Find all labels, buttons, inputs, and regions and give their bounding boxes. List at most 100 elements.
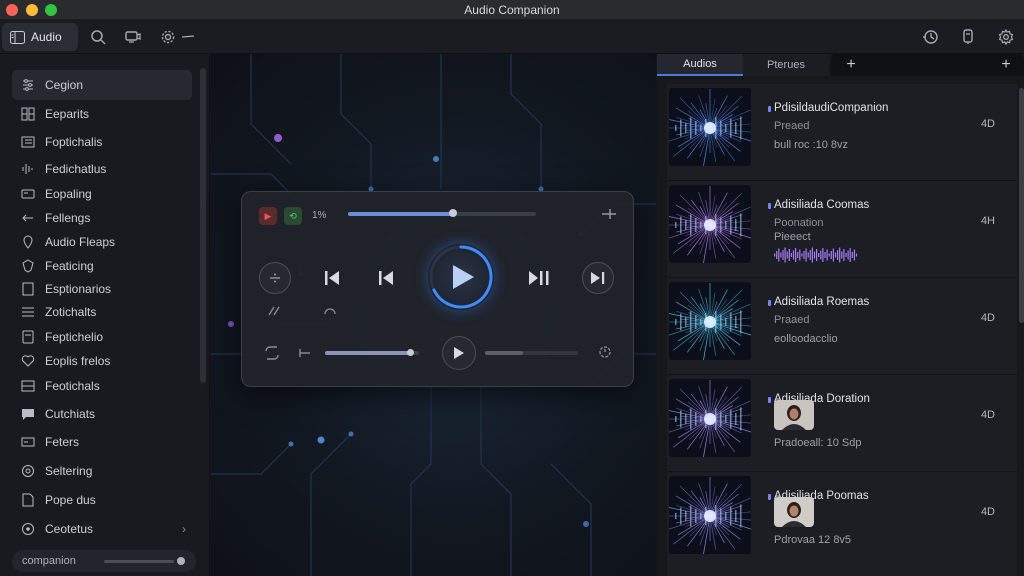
balance-fill: [485, 351, 523, 355]
avatar: [774, 497, 814, 527]
audio-status: Poonation: [774, 217, 824, 229]
sidebar-item-foptichalis[interactable]: Foptichalis: [12, 131, 192, 153]
crossfade-icon[interactable]: [266, 304, 284, 318]
sidebar-item-feotichals[interactable]: Feotichals: [12, 375, 192, 397]
settings-icon[interactable]: [159, 28, 177, 46]
tab-audios[interactable]: Audios: [657, 54, 743, 76]
sidebar-item-label: Eoplis frelos: [45, 354, 111, 368]
list-item[interactable]: Adisiliada Poomas Pdrovaa 12 8v5 4D: [667, 472, 1017, 569]
sidebar-item-label: Zotichalts: [45, 305, 97, 319]
record-button[interactable]: ▶: [259, 207, 277, 225]
sidebar-item-cutchiats[interactable]: Cutchiats: [12, 403, 192, 425]
card-icon: [20, 186, 36, 202]
skip-to-start-button[interactable]: [322, 268, 342, 288]
timer-icon[interactable]: [597, 344, 613, 360]
play-button[interactable]: [428, 244, 494, 310]
sidebar-item-label: Foptichalis: [45, 135, 103, 149]
device-icon[interactable]: [959, 28, 977, 46]
list-item[interactable]: Adisiliada Roemas Praaed eolloodacclio 4…: [667, 278, 1017, 375]
expand-icon[interactable]: [600, 206, 618, 222]
mini-play-button[interactable]: [442, 336, 476, 370]
audio-title: Adisiliada Coomas: [767, 199, 870, 211]
volume-knob[interactable]: [406, 349, 414, 356]
loop-toggle-button[interactable]: ⟲: [284, 207, 302, 225]
balance-track[interactable]: [485, 351, 578, 355]
audio-thumbnail: [669, 379, 751, 457]
audio-status: Preaed: [774, 120, 810, 132]
repeat-one-icon[interactable]: [322, 304, 338, 318]
sidebar-item-fedichatlus[interactable]: Fedichatlus: [12, 158, 192, 180]
sidebar-item-label: Cutchiats: [45, 407, 96, 421]
sidebar-item-fellengs[interactable]: Fellengs: [12, 207, 192, 229]
add-tab-icon[interactable]: +: [841, 54, 861, 76]
footer-slider-track[interactable]: [104, 560, 174, 563]
sidebar-item-eopaling[interactable]: Eopaling: [12, 183, 192, 205]
shuffle-button[interactable]: [259, 262, 291, 294]
sidebar-item-feptichelio[interactable]: Feptichelio: [12, 326, 192, 348]
gear-icon: [20, 521, 36, 537]
chevron-right-icon: ›: [182, 522, 186, 536]
sidebar-item-seltering[interactable]: Seltering: [12, 460, 192, 482]
search-icon[interactable]: [89, 28, 107, 46]
sidebar-item-feters[interactable]: Feters: [12, 431, 192, 453]
pause-skip-button[interactable]: [528, 268, 552, 288]
sidebar-item-zotichalts[interactable]: Zotichalts: [12, 301, 192, 323]
file-icon: [20, 492, 36, 508]
display-icon[interactable]: [124, 28, 142, 46]
volume-track[interactable]: [325, 351, 419, 355]
sidebar-item-pope-dus[interactable]: Pope dus: [12, 489, 192, 511]
waveform-preview: [774, 247, 858, 263]
sidebar-toggle-icon: [10, 30, 25, 44]
audio-quality-badge: 4D: [980, 409, 995, 421]
audio-tab[interactable]: Audio: [2, 23, 78, 51]
sync-icon[interactable]: [922, 28, 940, 46]
repeat-icon[interactable]: [262, 345, 282, 361]
sidebar-item-featicing[interactable]: Featicing: [12, 255, 192, 277]
audio-meta: eolloodacclio: [774, 333, 838, 345]
sidebar-footer-slider[interactable]: companion: [12, 550, 196, 572]
list-scrollbar[interactable]: [1019, 88, 1024, 323]
previous-track-button[interactable]: [376, 268, 396, 288]
volume-min-icon[interactable]: [298, 345, 312, 361]
progress-track[interactable]: [348, 212, 536, 216]
footer-slider-knob[interactable]: [177, 557, 185, 565]
sidebar-item-esptionarios[interactable]: Esptionarios: [12, 278, 192, 300]
sidebar-item-label: Ceotetus: [45, 522, 94, 536]
tab-pterues[interactable]: Pterues: [743, 54, 829, 76]
sidebar-item-label: Esptionarios: [45, 282, 112, 296]
sidebar-item-label: Audio Fleaps: [45, 235, 116, 249]
progress-fill: [348, 212, 454, 216]
add-item-icon[interactable]: +: [996, 54, 1016, 76]
sidebar-item-label: Featicing: [45, 259, 94, 273]
sidebar-item-ceotetus[interactable]: Ceotetus ›: [12, 518, 192, 540]
gear-icon[interactable]: [997, 28, 1015, 46]
location-pin-icon: [20, 234, 36, 250]
audio-thumbnail: [669, 88, 751, 166]
list-icon: [20, 134, 36, 150]
audio-quality-badge: 4D: [980, 506, 995, 518]
avatar: [774, 400, 814, 430]
more-dash-icon[interactable]: [180, 28, 196, 46]
audio-quality-badge: 4D: [980, 312, 995, 324]
volume-fill: [325, 351, 410, 355]
toolbar: Audio: [0, 20, 1024, 54]
sidebar-scrollbar[interactable]: [200, 68, 206, 383]
sidebar-item-label: Pope dus: [45, 493, 96, 507]
sidebar-item-label: Fedichatlus: [45, 162, 107, 176]
list-item[interactable]: PdisildaudiCompanion Preaed bull roc :10…: [667, 84, 1017, 181]
skip-to-end-button[interactable]: [582, 262, 614, 294]
sidebar-item-label: Fellengs: [45, 211, 91, 225]
sidebar-item-eeparits[interactable]: Eeparits: [12, 103, 192, 125]
sidebar-item-audio-fleaps[interactable]: Audio Fleaps: [12, 231, 192, 253]
rows-icon: [20, 378, 36, 394]
list-item[interactable]: Adisiliada Coomas Poonation Pieeect 4H: [667, 181, 1017, 278]
list-item[interactable]: Adisiliada Doration Pradoeall: 10 Sdp 4D: [667, 375, 1017, 472]
audio-quality-badge: 4H: [980, 215, 995, 227]
sidebar-item-label: Cegion: [45, 78, 84, 92]
volume-percent: 1%: [312, 210, 327, 221]
equalizer-icon: [20, 77, 36, 93]
audio-list-panel: Audios Pterues + + PdisildaudiCompanion …: [657, 54, 1024, 576]
sidebar-item-eoplis-frelos[interactable]: Eoplis frelos: [12, 350, 192, 372]
sidebar-item-cegion[interactable]: Cegion: [12, 70, 192, 100]
audio-title: Adisiliada Roemas: [767, 296, 870, 308]
